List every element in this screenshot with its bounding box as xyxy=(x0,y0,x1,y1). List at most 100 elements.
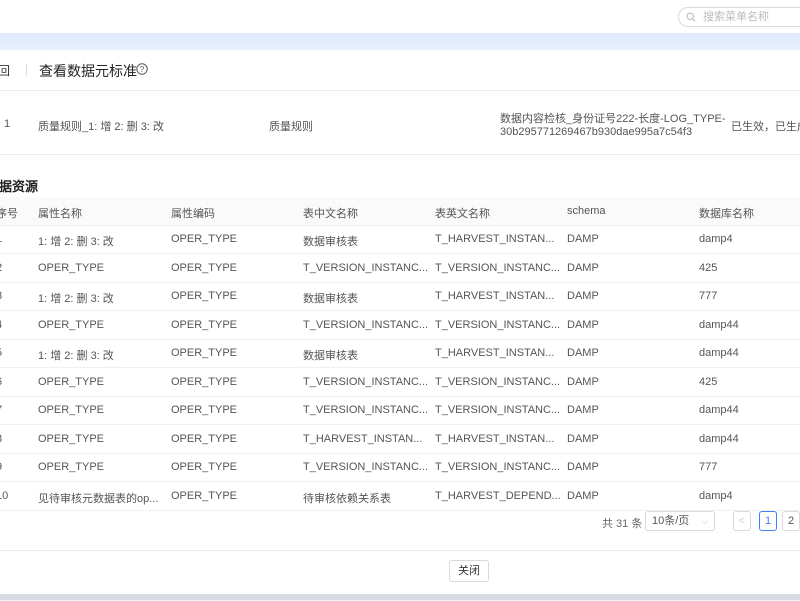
table-cell: 2 xyxy=(0,262,26,274)
table-cell: T_VERSION_INSTANC... xyxy=(435,261,560,274)
table-cell: T_HARVEST_DEPEND... xyxy=(435,489,560,502)
table-cell: T_VERSION_INSTANC... xyxy=(303,375,428,388)
table-cell: 5 xyxy=(0,347,26,359)
table-cell: T_VERSION_INSTANC... xyxy=(435,375,560,388)
table-cell: 4 xyxy=(0,319,26,331)
table-cell: damp4 xyxy=(699,233,733,245)
column-header: schema xyxy=(567,205,606,217)
table-cell: 待审核依赖关系表 xyxy=(303,492,391,505)
table-cell: damp44 xyxy=(699,404,739,416)
table-cell: 8 xyxy=(0,433,26,445)
table-cell: OPER_TYPE xyxy=(38,432,105,445)
page-title: 查看数据元标准 xyxy=(39,63,137,79)
table-cell: OPER_TYPE xyxy=(38,261,105,274)
table-row: 5 1: 增 2: 删 3: 改 OPER_TYPE 数据审核表 T_HARVEST_I… xyxy=(0,339,800,368)
table-cell: DAMP xyxy=(567,489,599,502)
bottom-edge xyxy=(0,594,800,600)
table-cell: 3 xyxy=(0,290,26,302)
table-cell: DAMP xyxy=(567,461,599,473)
table-cell: OPER_TYPE xyxy=(171,404,238,416)
table-cell: T_VERSION_INSTANC... xyxy=(303,261,428,274)
table-cell: 777 xyxy=(699,461,718,473)
table-cell: 1 xyxy=(0,233,26,245)
table-row: 8 OPER_TYPE OPER_TYPE T_HARVEST_INSTAN... T_… xyxy=(0,425,800,454)
quality-rule-row: 1 质量规则_1: 增 2: 删 3: 改 质量规则 数据内容检核_身份证号22… xyxy=(0,94,800,155)
table-row: 10 见待审核元数据表的op... OPER_TYPE 待审核依赖关系表 T_HARVE… xyxy=(0,482,800,511)
page-header: 返回 查看数据元标准 ? xyxy=(0,50,800,91)
table-cell: damp44 xyxy=(699,432,739,445)
table-cell: OPER_TYPE xyxy=(38,461,105,473)
table-row: 9 OPER_TYPE OPER_TYPE T_VERSION_INSTANC... T… xyxy=(0,453,800,482)
detail-card: 返回 查看数据元标准 ? 1 质量规则_1: 增 2: 删 3: 改 质量规则 … xyxy=(0,50,800,600)
svg-text:?: ? xyxy=(140,65,145,74)
table-cell: 425 xyxy=(699,375,718,388)
rule-name: 质量规则_1: 增 2: 删 3: 改 xyxy=(38,121,164,133)
column-header: 属性名称 xyxy=(38,208,82,220)
table-cell: DAMP xyxy=(567,347,599,359)
table-cell: OPER_TYPE xyxy=(171,461,238,473)
search-placeholder: 搜索菜单名称 xyxy=(703,11,769,23)
table-cell: 777 xyxy=(699,290,718,302)
table-cell: 数据审核表 xyxy=(303,293,358,305)
table-cell: 9 xyxy=(0,461,26,473)
table-row: 7 OPER_TYPE OPER_TYPE T_VERSION_INSTANC... T… xyxy=(0,396,800,425)
header-divider xyxy=(26,64,27,76)
page-size-value: 10条/页 xyxy=(652,515,690,527)
table-cell: DAMP xyxy=(567,404,599,416)
table-cell: OPER_TYPE xyxy=(171,318,238,331)
table-cell: T_HARVEST_INSTAN... xyxy=(435,347,555,359)
table-cell: OPER_TYPE xyxy=(171,489,238,502)
table-row: 1 1: 增 2: 删 3: 改 OPER_TYPE 数据审核表 T_HARVEST_I… xyxy=(0,225,800,254)
table-cell: 6 xyxy=(0,376,26,388)
table-cell: OPER_TYPE xyxy=(171,347,238,359)
page-1-button[interactable]: 1 xyxy=(759,511,777,531)
section-title: 数据资源 xyxy=(0,179,39,194)
help-icon[interactable]: ? xyxy=(136,63,148,75)
table-cell: T_VERSION_INSTANC... xyxy=(303,318,428,331)
table-cell: OPER_TYPE xyxy=(171,432,238,445)
header-strip xyxy=(0,33,800,50)
pagination-total: 共 31 条 xyxy=(602,518,643,530)
top-bar: 搜索菜单名称 xyxy=(0,0,800,33)
close-button[interactable]: 关闭 xyxy=(449,560,489,582)
table-row: 2 OPER_TYPE OPER_TYPE T_VERSION_INSTANC... T… xyxy=(0,254,800,283)
table-cell: T_VERSION_INSTANC... xyxy=(303,461,428,473)
table-cell: 1: 增 2: 删 3: 改 xyxy=(38,350,114,362)
table-cell: 1: 增 2: 删 3: 改 xyxy=(38,236,114,248)
table-cell: 见待审核元数据表的op... xyxy=(38,492,159,505)
table-cell: 数据审核表 xyxy=(303,350,358,362)
table-cell: 数据审核表 xyxy=(303,236,358,248)
menu-search-input[interactable]: 搜索菜单名称 xyxy=(678,7,800,27)
back-button[interactable]: 返回 xyxy=(0,62,10,79)
chevron-down-icon: ⌵ xyxy=(701,516,708,526)
table-cell: DAMP xyxy=(567,318,599,331)
table-cell: T_VERSION_INSTANC... xyxy=(435,404,560,416)
table-cell: OPER_TYPE xyxy=(171,375,238,388)
rule-content-line1: 数据内容检核_身份证号222-长度-LOG_TYPE- xyxy=(500,113,726,125)
table-cell: DAMP xyxy=(567,290,599,302)
table-cell: T_HARVEST_INSTAN... xyxy=(435,233,555,245)
column-header: 属性编码 xyxy=(171,208,215,220)
table-cell: T_HARVEST_INSTAN... xyxy=(435,290,555,302)
column-header: 数据库名称 xyxy=(699,208,754,220)
table-cell: T_VERSION_INSTANC... xyxy=(435,461,560,473)
table-header: 序号 属性名称 属性编码 表中文名称 表英文名称 schema 数据库名称 xyxy=(0,197,800,226)
table-cell: T_VERSION_INSTANC... xyxy=(435,318,560,331)
table-cell: 7 xyxy=(0,404,26,416)
page-size-select[interactable]: 10条/页 ⌵ xyxy=(645,511,715,531)
table-cell: OPER_TYPE xyxy=(171,261,238,274)
table-cell: 1: 增 2: 删 3: 改 xyxy=(38,293,114,305)
column-header: 表中文名称 xyxy=(303,208,358,220)
table-cell: damp44 xyxy=(699,347,739,359)
table-cell: 10 xyxy=(0,489,9,502)
table-cell: DAMP xyxy=(567,432,599,445)
prev-page-button[interactable]: < xyxy=(733,511,751,531)
column-header: 表英文名称 xyxy=(435,208,490,220)
table-cell: T_HARVEST_INSTAN... xyxy=(303,432,423,445)
rule-status: 已生效，已生成 xyxy=(731,121,800,133)
table-cell: OPER_TYPE xyxy=(171,233,238,245)
table-cell: OPER_TYPE xyxy=(38,318,105,331)
table-cell: OPER_TYPE xyxy=(38,404,105,416)
rule-content-line2: 30b295771269467b930dae995a7c54f3 xyxy=(500,126,693,138)
page-2-button[interactable]: 2 xyxy=(782,511,800,531)
